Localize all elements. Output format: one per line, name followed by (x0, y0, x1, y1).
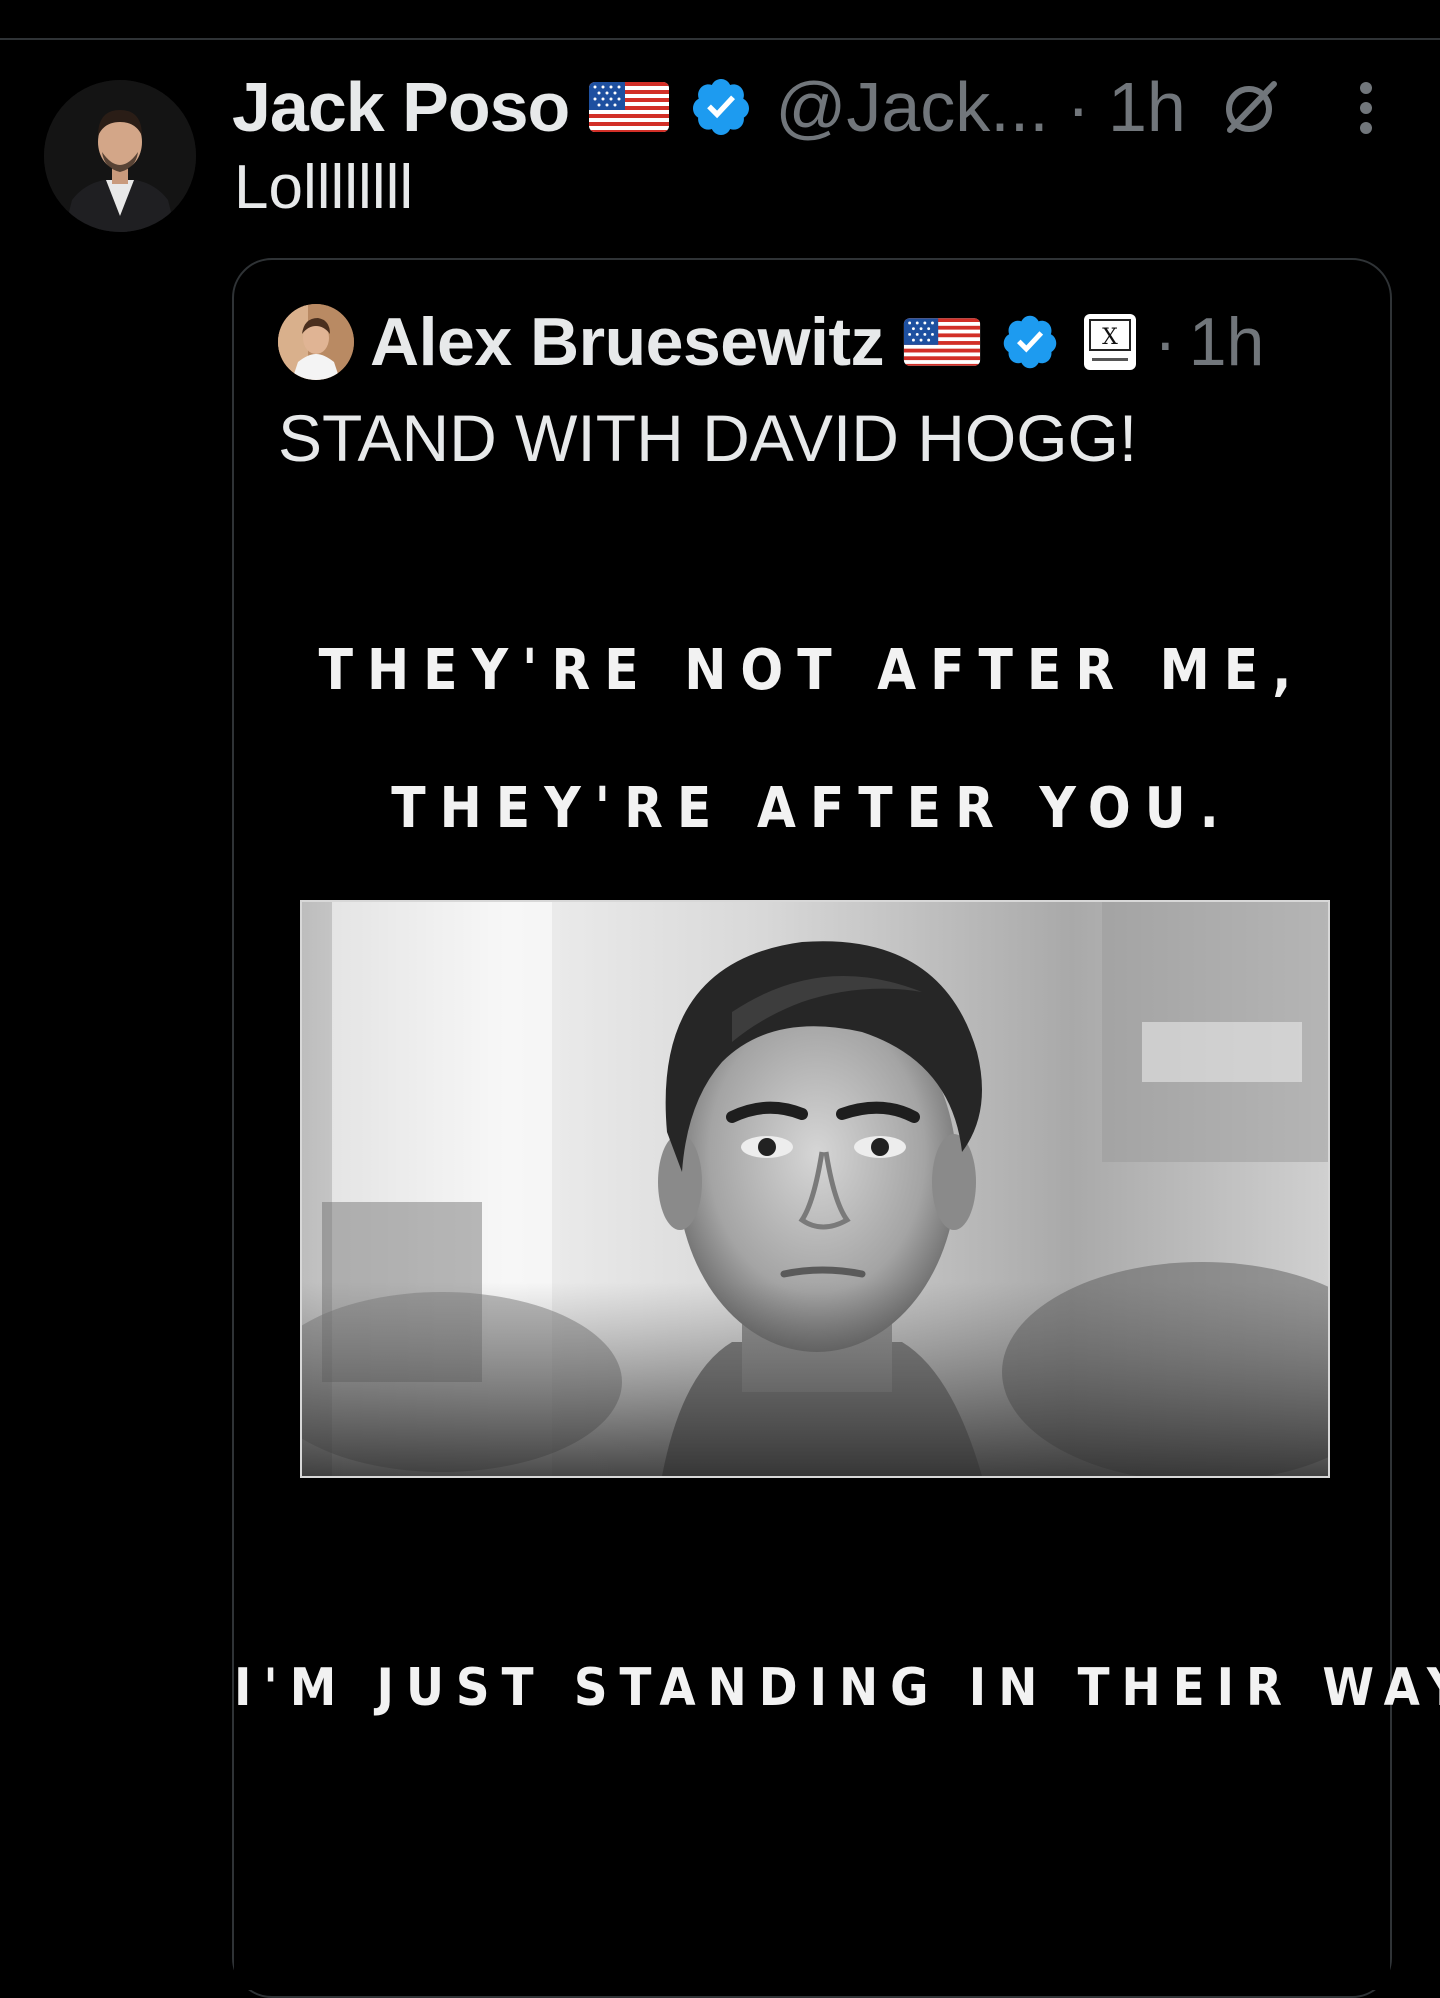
quote-avatar-photo (278, 304, 354, 380)
quote-avatar (278, 304, 354, 380)
separator-dot: · (1154, 304, 1177, 380)
quote-header: Alex Bruesewitz X · 1h (370, 300, 1264, 384)
author-name[interactable]: Jack Poso (232, 67, 570, 147)
grok-icon[interactable] (1220, 76, 1282, 138)
separator-dot: · (1066, 68, 1090, 146)
media-caption-line-1: THEY'RE NOT AFTER ME, (318, 638, 1306, 703)
portrait-photo (300, 900, 1330, 1478)
author-handle[interactable]: @Jack... (775, 67, 1048, 147)
quote-media-image[interactable]: THEY'RE NOT AFTER ME, THEY'RE AFTER YOU. (234, 500, 1440, 1990)
quote-timestamp: 1h (1188, 304, 1265, 380)
us-flag-icon (587, 78, 671, 136)
affiliation-badge-text: X (1102, 325, 1118, 350)
affiliation-badge-icon: X (1082, 312, 1138, 372)
quote-text: STAND WITH DAVID HOGG! (278, 401, 1138, 475)
avatar[interactable] (44, 80, 196, 232)
avatar-photo (44, 80, 196, 232)
timestamp[interactable]: 1h (1108, 67, 1186, 147)
tweet-text: Lollllllll (234, 153, 414, 222)
media-caption-line-3: I'M JUST STANDING IN THEIR WAY. (234, 1658, 1440, 1718)
more-options-icon[interactable] (1352, 80, 1380, 136)
verified-badge-icon[interactable] (689, 75, 753, 139)
verified-badge-icon (1000, 312, 1060, 372)
media-caption-line-2: THEY'RE AFTER YOU. (391, 776, 1233, 841)
tweet-header: Jack Poso @Jack... · 1h (232, 62, 1282, 152)
quote-author-name: Alex Bruesewitz (370, 304, 885, 380)
us-flag-icon (902, 314, 982, 370)
top-divider (0, 38, 1440, 40)
